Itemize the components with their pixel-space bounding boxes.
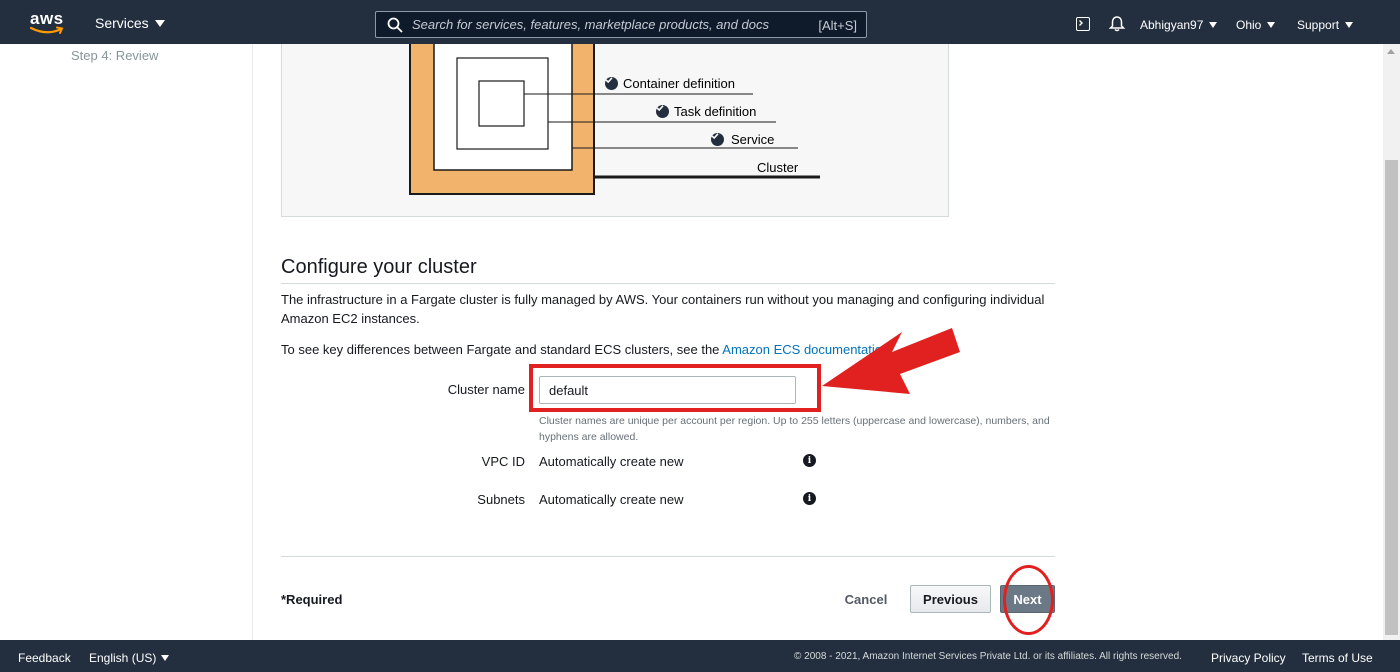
annotation-arrow-icon: [822, 328, 960, 394]
diagram-label-cluster: Cluster: [757, 160, 798, 175]
account-username: Abhigyan97: [1140, 18, 1204, 32]
region-menu-button[interactable]: Ohio: [1236, 18, 1276, 32]
terms-of-use-link[interactable]: Terms of Use: [1302, 651, 1373, 665]
page-section-title: Configure your cluster: [281, 256, 477, 278]
annotation-circle: [1003, 565, 1054, 635]
language-label: English (US): [89, 651, 157, 665]
diagram-label-text: Task definition: [674, 104, 757, 119]
diagram-label-text: Cluster: [757, 160, 799, 175]
diagram-label-task-definition: Task definition: [656, 104, 756, 119]
cluster-nesting-graphic: [409, 44, 820, 195]
diagram-label-text: Container definition: [623, 76, 736, 91]
differences-text: To see key differences between Fargate a…: [281, 342, 882, 357]
aws-logo-text: aws: [30, 9, 64, 28]
support-label: Support: [1297, 18, 1340, 32]
copyright-text: © 2008 - 2021, Amazon Internet Services …: [794, 651, 1182, 662]
search-shortcut-hint: [Alt+S]: [818, 18, 857, 33]
cloudshell-icon[interactable]: [1076, 17, 1090, 31]
search-icon: [387, 17, 403, 33]
privacy-policy-link[interactable]: Privacy Policy: [1211, 651, 1286, 665]
subnets-value: Automatically create new: [539, 492, 684, 507]
cluster-name-hint: Cluster names are unique per account per…: [539, 415, 1050, 443]
feedback-link[interactable]: Feedback: [18, 651, 71, 665]
notifications-bell-icon[interactable]: [1108, 15, 1126, 33]
caret-down-icon: [1209, 22, 1218, 28]
top-navigation-bar: aws Services [Alt+S] Abhigyan97 Ohio Sup…: [0, 0, 1400, 44]
cluster-name-label: Cluster name: [447, 382, 525, 397]
check-circle-icon: [605, 77, 618, 90]
aws-smile-icon: [30, 26, 64, 34]
vpc-id-label: VPC ID: [481, 454, 525, 469]
caret-down-icon: [161, 655, 170, 661]
language-selector[interactable]: English (US): [89, 651, 170, 665]
search-bar[interactable]: [Alt+S]: [375, 11, 867, 38]
subnets-label: Subnets: [477, 492, 525, 507]
required-note: *Required: [281, 592, 343, 607]
services-menu-button[interactable]: Services: [95, 15, 165, 31]
annotation-highlight-box: [529, 364, 821, 412]
vpc-id-value: Automatically create new: [539, 454, 684, 469]
support-menu-button[interactable]: Support: [1297, 18, 1354, 32]
caret-down-icon: [154, 19, 165, 27]
caret-down-icon: [1345, 22, 1354, 28]
vpc-info-icon[interactable]: i: [803, 454, 816, 467]
diagram-label-text: Service: [731, 132, 775, 147]
section-divider: [281, 283, 1055, 284]
services-label: Services: [95, 15, 149, 31]
scrollbar-thumb[interactable]: [1385, 160, 1398, 635]
ecs-objects-diagram: Container definition Task definition Ser…: [281, 44, 949, 217]
wizard-step-review[interactable]: Step 4: Review: [71, 48, 158, 63]
region-label: Ohio: [1236, 18, 1262, 32]
check-circle-icon: [711, 133, 724, 146]
actions-divider: [281, 556, 1055, 557]
aws-logo[interactable]: aws: [30, 9, 66, 37]
diagram-label-service: Service: [711, 132, 774, 147]
check-circle-icon: [656, 105, 669, 118]
account-menu-button[interactable]: Abhigyan97: [1140, 18, 1218, 32]
diagram-label-container-definition: Container definition: [605, 76, 735, 91]
subnets-info-icon[interactable]: i: [803, 492, 816, 505]
caret-down-icon: [1267, 22, 1276, 28]
cancel-button[interactable]: Cancel: [836, 585, 896, 613]
footer-bar: Feedback English (US) © 2008 - 2021, Ama…: [0, 640, 1400, 672]
differences-prefix: To see key differences between Fargate a…: [281, 342, 723, 357]
sidebar-divider: [252, 44, 253, 640]
previous-button[interactable]: Previous: [910, 585, 991, 613]
search-input[interactable]: [412, 17, 802, 32]
scroll-up-arrow-icon[interactable]: [1387, 49, 1395, 54]
